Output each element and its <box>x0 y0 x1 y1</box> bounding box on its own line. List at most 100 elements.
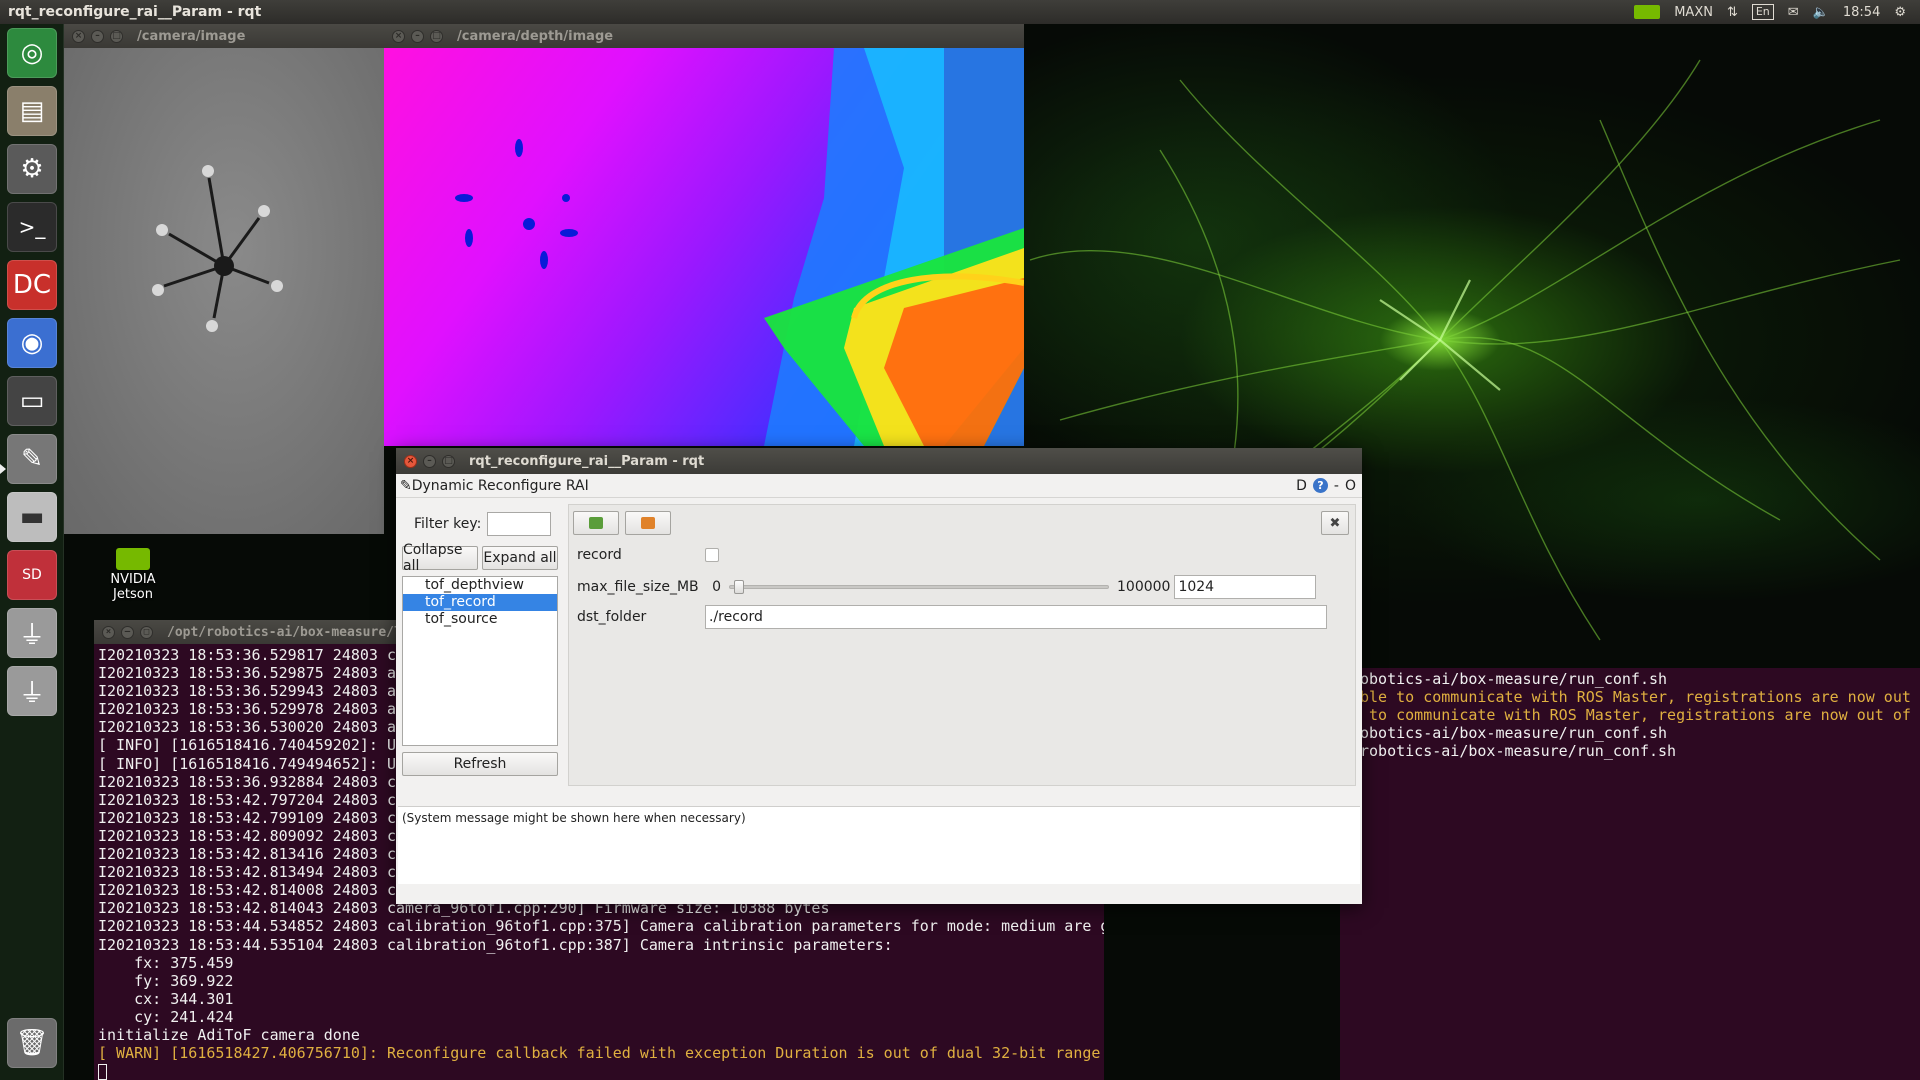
files-icon[interactable]: ▤ <box>7 86 57 136</box>
terminal-line: ble to communicate with ROS Master, regi… <box>1360 688 1911 707</box>
nvidia-eye-icon <box>116 548 150 570</box>
refresh-button[interactable]: Refresh <box>402 752 558 776</box>
close-icon[interactable]: × <box>72 29 85 43</box>
terminal-line: cy: 241.424 <box>98 1007 234 1026</box>
depth-colormap-image <box>455 48 1024 446</box>
rqt-reconfigure-window[interactable]: × – □ rqt_reconfigure_rai__Param - rqt ✎… <box>396 448 1362 904</box>
close-icon[interactable]: × <box>392 29 405 43</box>
plugin-minimize-button[interactable]: - <box>1334 478 1339 494</box>
depth-window-title: /camera/depth/image <box>457 28 614 44</box>
close-icon[interactable]: × <box>102 625 115 639</box>
node-tree-pane: Filter key: Collapse all Expand all tof_… <box>402 506 560 776</box>
save-params-button[interactable] <box>573 511 619 535</box>
camera-window-titlebar[interactable]: × – □ /camera/image <box>64 24 384 48</box>
depth-image-view <box>384 48 1024 446</box>
workspace-icon[interactable]: ▭ <box>7 376 57 426</box>
param-label-record: record <box>577 547 622 563</box>
close-node-button[interactable]: ✖ <box>1321 511 1349 535</box>
power-mode-label[interactable]: MAXN <box>1674 5 1713 20</box>
usb-drive-icon-2[interactable]: ⏚ <box>7 666 57 716</box>
rqt-window-title: rqt_reconfigure_rai__Param - rqt <box>469 453 705 469</box>
plugin-d-button[interactable]: D <box>1296 478 1307 494</box>
dc-app-icon[interactable]: DC <box>7 260 57 310</box>
terminal-line: obotics-ai/box-measure/run_conf.sh <box>1360 724 1668 743</box>
plugin-close-button[interactable]: O <box>1345 478 1356 494</box>
plugin-edit-icon: ✎ <box>400 477 412 494</box>
filter-row: Filter key: <box>402 512 560 536</box>
settings-gear-icon[interactable]: ⚙ <box>1894 5 1906 20</box>
network-arrows-icon[interactable]: ⇅ <box>1727 5 1738 20</box>
filter-key-input[interactable] <box>487 512 552 536</box>
maximize-icon[interactable]: □ <box>140 625 153 639</box>
tree-button-row: Collapse all Expand all <box>402 542 560 574</box>
sd-card-icon[interactable]: SD <box>7 550 57 600</box>
rqt-titlebar[interactable]: × – □ rqt_reconfigure_rai__Param - rqt <box>396 448 1362 474</box>
chromium-icon[interactable]: ◉ <box>7 318 57 368</box>
terminal-line: cx: 344.301 <box>98 989 234 1008</box>
max-file-size-slider[interactable] <box>729 580 1109 594</box>
load-params-button[interactable] <box>625 511 671 535</box>
maximize-icon[interactable]: □ <box>442 454 455 468</box>
volume-muted-icon[interactable]: 🔈 <box>1813 5 1829 20</box>
slider-handle[interactable] <box>734 580 744 594</box>
indicator-area: MAXN ⇅ En ✉ 🔈 18:54 ⚙ <box>1634 4 1920 20</box>
terminal-line: initialize AdiToF camera done <box>98 1025 360 1044</box>
param-row-max-file-size: max_file_size_MB 0 100000 1024 <box>577 575 1317 599</box>
terminal-line: I20210323 18:53:44.535104 24803 calibrat… <box>98 935 893 954</box>
terminal-line: fy: 369.922 <box>98 971 234 990</box>
running-indicator <box>0 464 6 474</box>
max-file-size-input[interactable]: 1024 <box>1174 575 1317 599</box>
system-settings-icon[interactable]: ⚙ <box>7 144 57 194</box>
depth-image-window[interactable]: × – □ /camera/depth/image <box>384 24 1024 446</box>
terminal-window-right[interactable]: obotics-ai/box-measure/run_conf.sh ble to… <box>1340 668 1920 1080</box>
open-folder-icon <box>641 517 655 529</box>
param-label-dst-folder: dst_folder <box>577 609 647 625</box>
terminal-icon[interactable]: >_ <box>7 202 57 252</box>
record-checkbox[interactable] <box>705 548 719 562</box>
terminal-cursor <box>98 1063 107 1080</box>
slider-min-label: 0 <box>712 579 721 595</box>
plugin-title-bar: ✎ Dynamic Reconfigure RAI D ? - O <box>396 474 1362 498</box>
drive-icon[interactable]: ▬ <box>7 492 57 542</box>
terminal-output-right: obotics-ai/box-measure/run_conf.sh ble to… <box>1340 668 1920 760</box>
nvidia-jetson-desktop-icon[interactable]: NVIDIA Jetson <box>98 548 168 602</box>
text-editor-icon[interactable]: ✎ <box>7 434 57 484</box>
clock[interactable]: 18:54 <box>1843 5 1880 20</box>
keyboard-layout-indicator[interactable]: En <box>1751 4 1774 20</box>
maximize-icon[interactable]: □ <box>430 29 443 43</box>
slider-max-label: 100000 <box>1117 579 1171 595</box>
node-list: tof_depthview tof_record tof_source <box>402 576 558 746</box>
nvidia-icon-label-2: Jetson <box>113 587 153 602</box>
system-message-area: (System message might be shown here when… <box>398 806 1360 884</box>
ceiling-light-image <box>152 165 283 332</box>
close-icon[interactable]: × <box>404 454 417 468</box>
minimize-icon[interactable]: – <box>411 29 424 43</box>
node-item-tof-source[interactable]: tof_source <box>403 611 557 628</box>
minimize-icon[interactable]: – <box>121 625 134 639</box>
expand-all-button[interactable]: Expand all <box>482 546 558 570</box>
terminal-prompt[interactable] <box>98 1062 1104 1080</box>
nvidia-icon-label-1: NVIDIA <box>110 572 156 587</box>
trash-icon[interactable]: 🗑 <box>7 1018 57 1068</box>
save-icon <box>589 517 603 529</box>
ubuntu-dash-icon[interactable]: ◎ <box>7 28 57 78</box>
plugin-title: Dynamic Reconfigure RAI <box>411 477 589 494</box>
terminal-line: to communicate with ROS Master, registra… <box>1360 706 1911 725</box>
maximize-icon[interactable]: □ <box>110 29 123 43</box>
dst-folder-input[interactable]: ./record <box>705 605 1327 629</box>
param-row-dst-folder: dst_folder ./record <box>577 605 1327 629</box>
terminal-line: obotics-ai/box-measure/run_conf.sh <box>1360 670 1668 688</box>
node-item-tof-depthview[interactable]: tof_depthview <box>403 577 557 594</box>
collapse-all-button[interactable]: Collapse all <box>402 542 478 574</box>
minimize-icon[interactable]: – <box>91 29 104 43</box>
light-center <box>214 256 234 276</box>
camera-image-window[interactable]: × – □ /camera/image <box>64 24 384 534</box>
node-item-tof-record[interactable]: tof_record <box>403 594 557 611</box>
help-icon[interactable]: ? <box>1312 478 1328 493</box>
usb-drive-icon[interactable]: ⏚ <box>7 608 57 658</box>
nvidia-power-icon[interactable] <box>1634 5 1661 19</box>
mail-icon[interactable]: ✉ <box>1788 5 1799 20</box>
depth-window-titlebar[interactable]: × – □ /camera/depth/image <box>384 24 1024 48</box>
camera-window-title: /camera/image <box>137 28 246 44</box>
minimize-icon[interactable]: – <box>423 454 436 468</box>
